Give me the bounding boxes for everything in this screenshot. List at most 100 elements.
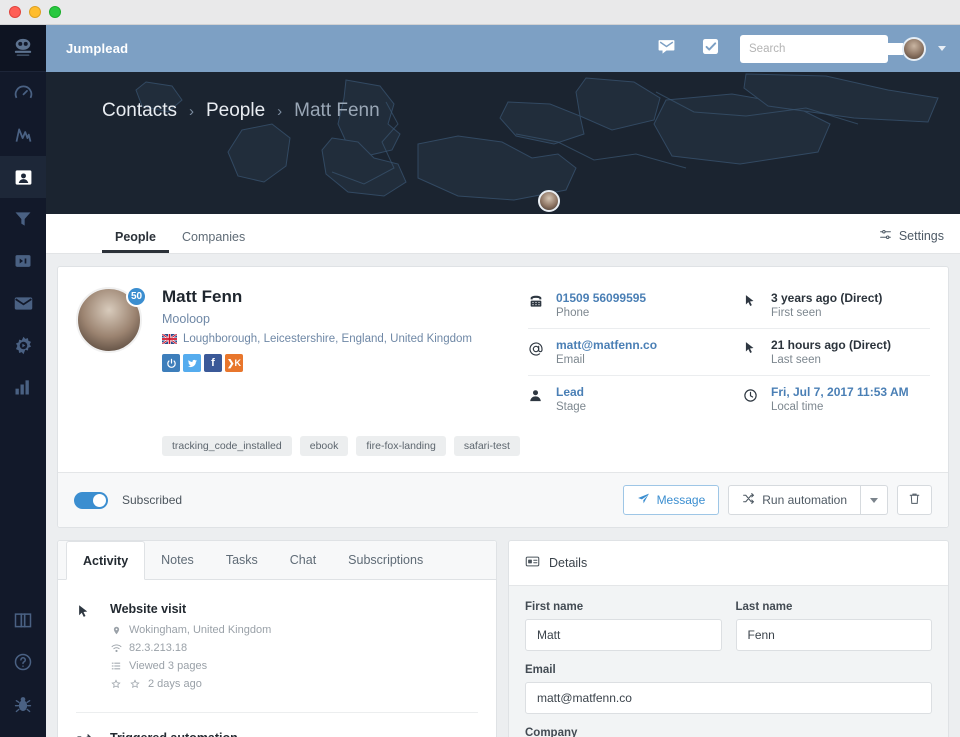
local-time-value[interactable]: Fri, Jul 7, 2017 11:53 AM bbox=[771, 385, 909, 400]
company-group: Company Mooloop bbox=[525, 727, 932, 737]
window-close-button[interactable] bbox=[9, 6, 21, 18]
search-input[interactable] bbox=[749, 42, 903, 55]
sidebar-item-dashboard[interactable] bbox=[0, 72, 46, 114]
book-icon bbox=[13, 610, 33, 630]
sidebar-item-messaging[interactable] bbox=[0, 282, 46, 324]
run-automation-dropdown-button[interactable] bbox=[861, 485, 888, 515]
window-maximize-button[interactable] bbox=[49, 6, 61, 18]
sidebar-item-contacts[interactable] bbox=[0, 156, 46, 198]
company-link[interactable]: Mooloop bbox=[162, 312, 472, 326]
tab-people[interactable]: People bbox=[102, 230, 169, 253]
breadcrumb-item-people[interactable]: People bbox=[206, 100, 265, 122]
details-header: Details bbox=[509, 541, 948, 586]
tag-chip[interactable]: fire-fox-landing bbox=[356, 436, 446, 456]
uk-flag-icon bbox=[162, 334, 177, 344]
breadcrumb-item-current: Matt Fenn bbox=[294, 100, 380, 121]
map-pin-icon bbox=[110, 625, 122, 636]
activity-pages-text: Viewed 3 pages bbox=[129, 660, 208, 672]
local-time-label: Local time bbox=[771, 401, 824, 413]
funnel-icon bbox=[13, 209, 33, 229]
settings-button[interactable]: Settings bbox=[879, 228, 944, 253]
main-column: Jumplead Search Contacts › People › Matt… bbox=[46, 25, 960, 737]
paper-plane-icon bbox=[637, 492, 650, 508]
first-name-field[interactable] bbox=[525, 619, 722, 651]
stage-value[interactable]: Lead bbox=[556, 385, 586, 400]
sidebar-item-analytics[interactable] bbox=[0, 114, 46, 156]
klout-icon[interactable]: ❯K bbox=[225, 354, 243, 372]
first-seen-value: 3 years ago (Direct) bbox=[771, 291, 883, 305]
activity-location-text: Wokingham, United Kingdom bbox=[129, 624, 272, 636]
star-icon[interactable] bbox=[110, 679, 122, 689]
map-contact-pin[interactable] bbox=[538, 190, 560, 212]
first-name-label: First name bbox=[525, 601, 584, 613]
first-seen-label: First seen bbox=[771, 307, 822, 319]
facebook-icon[interactable]: f bbox=[204, 354, 222, 372]
email-label: Email bbox=[525, 664, 556, 676]
bug-icon bbox=[13, 694, 33, 714]
gravatar-icon[interactable] bbox=[162, 354, 180, 372]
list-item[interactable]: Website visit Wokingham, United Kingdom … bbox=[76, 584, 478, 713]
location-text[interactable]: Loughborough, Leicestershire, England, U… bbox=[183, 333, 472, 345]
run-automation-button[interactable]: Run automation bbox=[728, 485, 861, 515]
shuffle-icon bbox=[742, 492, 755, 508]
section-tabs: People Companies Settings bbox=[46, 214, 960, 254]
star-icon[interactable] bbox=[129, 679, 141, 689]
window-minimize-button[interactable] bbox=[29, 6, 41, 18]
email-value[interactable]: matt@matfenn.co bbox=[556, 338, 657, 353]
email-field[interactable] bbox=[525, 682, 932, 714]
tab-notes[interactable]: Notes bbox=[145, 541, 210, 579]
tab-tasks[interactable]: Tasks bbox=[210, 541, 274, 579]
sidebar-item-campaigns[interactable] bbox=[0, 240, 46, 282]
check-square-icon bbox=[701, 37, 720, 61]
shuffle-icon bbox=[76, 731, 94, 737]
info-row-local-time: Fri, Jul 7, 2017 11:53 AM Local time bbox=[743, 383, 930, 422]
name-row: First name Last name bbox=[525, 601, 932, 664]
tab-subscriptions[interactable]: Subscriptions bbox=[332, 541, 439, 579]
messages-button[interactable] bbox=[646, 29, 686, 69]
last-name-field[interactable] bbox=[735, 619, 932, 651]
app-root: Jumplead Search Contacts › People › Matt… bbox=[0, 25, 960, 737]
tag-chip[interactable]: safari-test bbox=[453, 436, 520, 456]
message-button[interactable]: Message bbox=[622, 485, 720, 515]
delete-contact-button[interactable] bbox=[897, 485, 932, 515]
last-name-group: Last name bbox=[735, 601, 932, 651]
last-seen-value: 21 hours ago (Direct) bbox=[771, 338, 892, 352]
list-item[interactable]: Triggered automation Contact Form 2 days… bbox=[76, 713, 478, 737]
email-label: Email bbox=[556, 354, 585, 366]
tag-chip[interactable]: tracking_code_installed bbox=[162, 436, 292, 456]
details-column: Details First name Last name bbox=[508, 540, 949, 737]
at-icon bbox=[528, 338, 545, 362]
brand-label[interactable]: Jumplead bbox=[66, 41, 128, 56]
details-title: Details bbox=[549, 556, 588, 570]
sidebar-item-report-bug[interactable] bbox=[0, 683, 46, 725]
primary-nav-rail bbox=[0, 25, 46, 737]
campaign-icon bbox=[13, 251, 33, 271]
chevron-down-icon[interactable] bbox=[938, 46, 946, 51]
tab-activity[interactable]: Activity bbox=[66, 541, 146, 580]
sidebar-item-help[interactable] bbox=[0, 641, 46, 683]
gear-play-icon bbox=[13, 335, 34, 356]
search-box[interactable] bbox=[740, 34, 916, 63]
breadcrumb: Contacts › People › Matt Fenn bbox=[46, 72, 960, 122]
settings-label: Settings bbox=[898, 229, 944, 243]
avatar[interactable] bbox=[902, 36, 926, 61]
tasks-button[interactable] bbox=[690, 29, 730, 69]
jumplead-robot-logo[interactable] bbox=[0, 25, 46, 72]
identity-text: Matt Fenn Mooloop Loughborough, Leiceste… bbox=[162, 287, 472, 422]
sidebar-item-reports[interactable] bbox=[0, 366, 46, 408]
sliders-icon bbox=[879, 228, 892, 244]
envelope-icon bbox=[13, 293, 34, 314]
info-row-last-seen: 21 hours ago (Direct) Last seen bbox=[743, 336, 930, 376]
scroll-region: 50 Matt Fenn Mooloop Loughborough, Leice… bbox=[46, 254, 960, 737]
phone-value[interactable]: 01509 56099595 bbox=[556, 291, 646, 306]
subscribed-toggle[interactable] bbox=[74, 491, 108, 509]
tab-companies[interactable]: Companies bbox=[169, 230, 258, 253]
tab-chat[interactable]: Chat bbox=[274, 541, 332, 579]
first-name-group: First name bbox=[525, 601, 722, 651]
twitter-icon[interactable] bbox=[183, 354, 201, 372]
breadcrumb-item-contacts[interactable]: Contacts bbox=[102, 100, 177, 122]
sidebar-item-knowledge-base[interactable] bbox=[0, 599, 46, 641]
tag-chip[interactable]: ebook bbox=[299, 436, 349, 456]
sidebar-item-funnels[interactable] bbox=[0, 198, 46, 240]
sidebar-item-automation[interactable] bbox=[0, 324, 46, 366]
